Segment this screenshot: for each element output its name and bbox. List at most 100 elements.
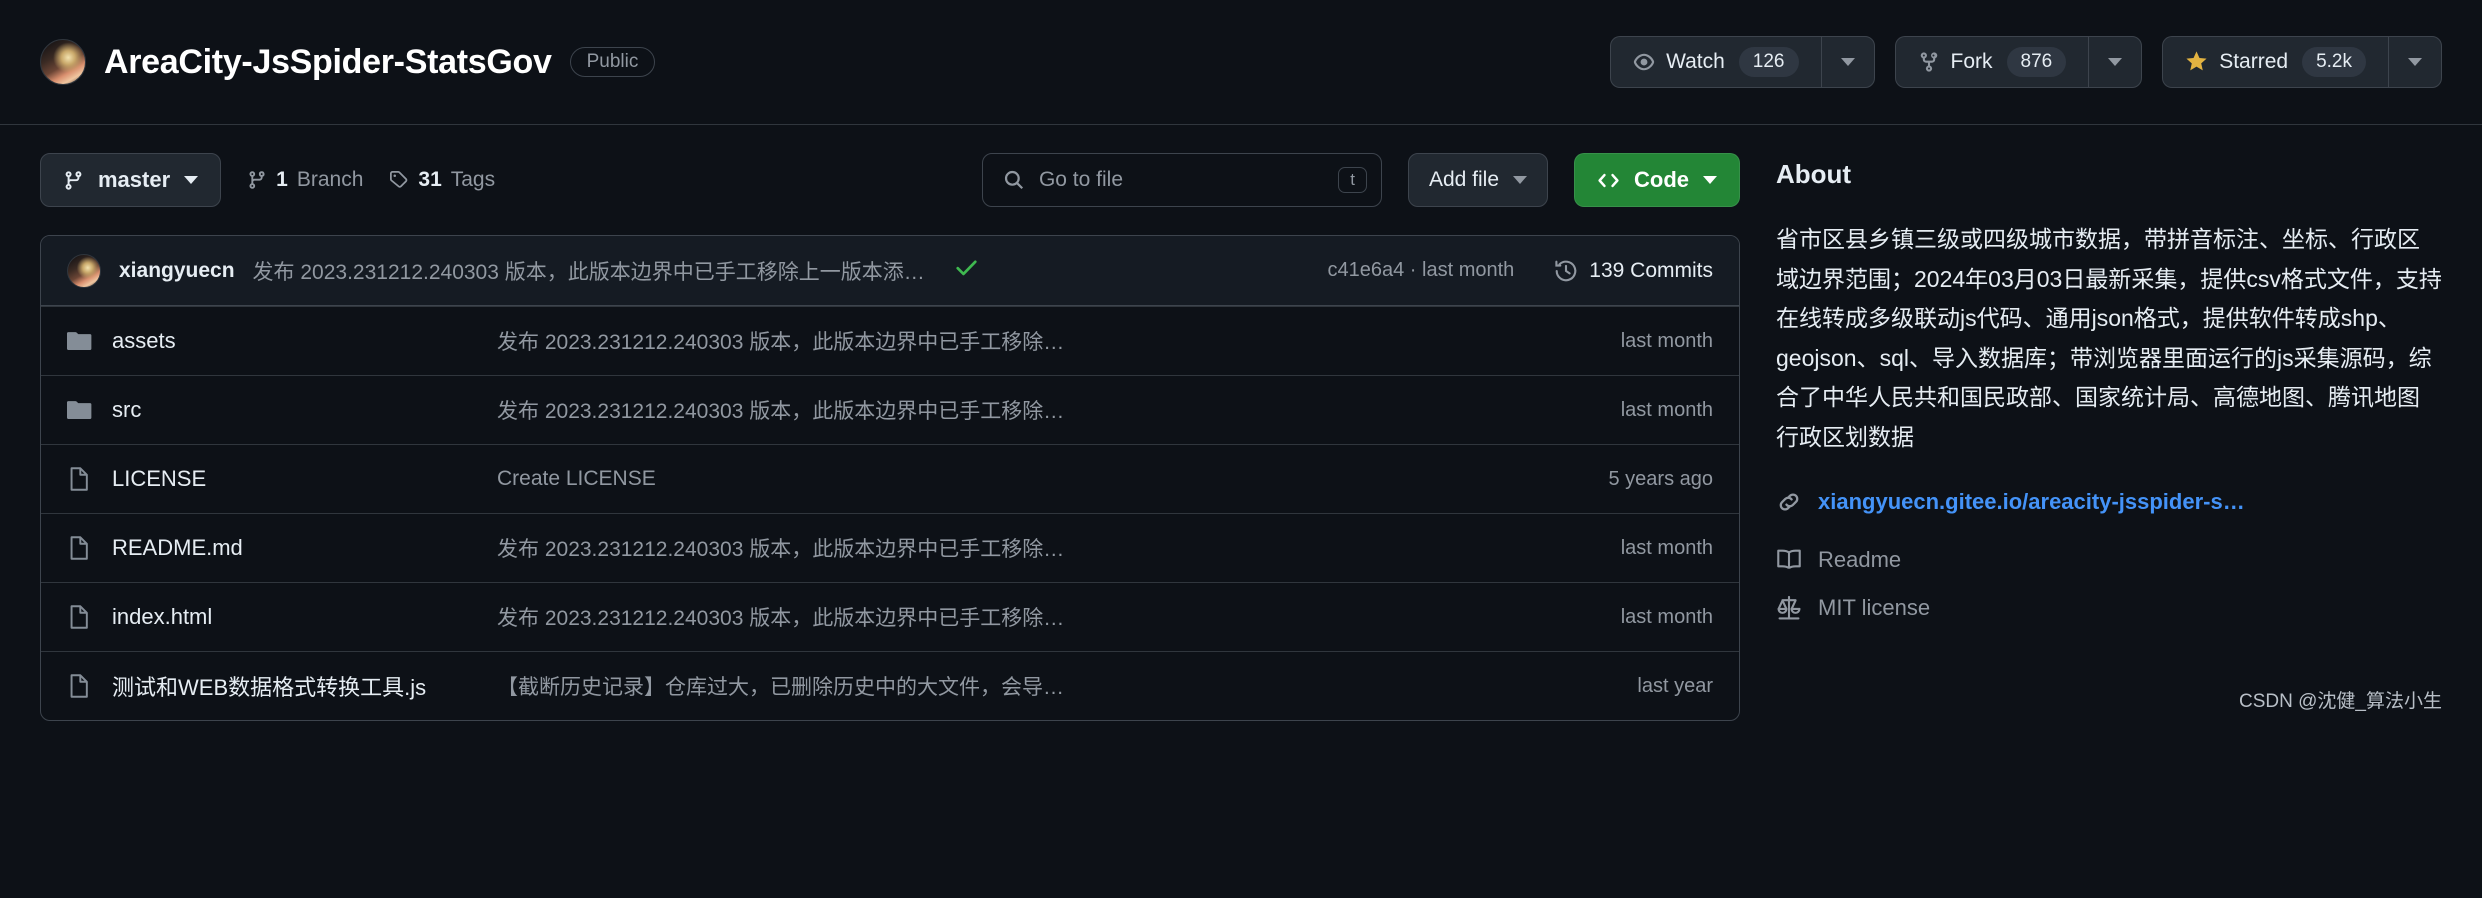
branch-icon [247,170,267,190]
branches-link[interactable]: 1 Branch [247,168,363,192]
branch-name: master [98,167,171,192]
file-table: xiangyuecn 发布 2023.231212.240303 版本，此版本边… [40,235,1740,721]
table-row[interactable]: index.html 发布 2023.231212.240303 版本，此版本边… [41,582,1739,651]
file-name-cell: index.html [67,604,497,630]
star-icon [2185,50,2208,74]
repo-title-group: AreaCity-JsSpider-StatsGov Public [40,39,656,85]
file-name-cell: src [67,397,497,423]
star-button-group: Starred 5.2k [2162,36,2442,88]
search-shortcut-key: t [1338,167,1367,193]
commit-message[interactable]: 发布 2023.231212.240303 版本，此版本边界中已手工移除上一版本… [253,256,925,286]
table-row[interactable]: assets 发布 2023.231212.240303 版本，此版本边界中已手… [41,306,1739,375]
star-dropdown-button[interactable] [2388,36,2442,88]
check-icon[interactable] [953,254,980,288]
file-icon [67,466,93,492]
license-link[interactable]: MIT license [1776,595,2442,621]
repo-actions: Watch 126 Fork 876 Starred 5.2k [1610,36,2442,88]
file-name-cell: 测试和WEB数据格式转换工具.js [67,670,497,702]
chevron-down-icon [2408,58,2422,66]
fork-count: 876 [2006,46,2067,78]
add-file-button[interactable]: Add file [1407,153,1548,207]
row-commit-time: last month [1620,398,1713,421]
fork-dropdown-button[interactable] [2088,36,2143,88]
latest-commit-header: xiangyuecn 发布 2023.231212.240303 版本，此版本边… [41,236,1739,306]
add-file-label: Add file [1428,168,1499,191]
tags-label: Tags [450,168,496,191]
file-toolbar: master 1 Branch 31 Tags Go to file t Add… [40,125,1740,235]
file-name[interactable]: README.md [112,535,243,561]
file-icon [67,535,93,561]
watch-dropdown-button[interactable] [1820,36,1875,88]
commit-time: last month [1422,259,1515,281]
file-name[interactable]: assets [112,328,176,354]
table-row[interactable]: LICENSE Create LICENSE 5 years ago [41,444,1739,513]
row-commit-time: last year [1637,674,1713,697]
row-commit-message[interactable]: 发布 2023.231212.240303 版本，此版本边界中已手工移除… [497,602,1533,632]
watermark: CSDN @沈健_算法小生 [2239,691,2442,712]
history-icon [1554,259,1578,283]
search-input[interactable]: Go to file t [981,153,1382,207]
branches-count: 1 [276,168,288,191]
main-content: master 1 Branch 31 Tags Go to file t Add… [0,125,2482,721]
eye-icon [1633,51,1655,73]
row-commit-time: 5 years ago [1608,467,1713,490]
about-description: 省市区县乡镇三级或四级城市数据，带拼音标注、坐标、行政区域边界范围；2024年0… [1776,226,2442,450]
fork-button[interactable]: Fork 876 [1894,36,2089,88]
commit-author[interactable]: xiangyuecn [119,259,235,283]
fork-button-group: Fork 876 [1894,36,2143,88]
file-icon [67,604,93,630]
tag-icon [389,170,409,190]
commit-sha-separator: · [1409,259,1417,281]
file-browser-column: master 1 Branch 31 Tags Go to file t Add… [40,125,1740,721]
file-name[interactable]: index.html [112,604,212,630]
row-commit-time: last month [1620,605,1713,628]
owner-avatar[interactable] [40,39,86,85]
file-icon [67,673,93,699]
starred-label: Starred [2219,50,2289,73]
page-title[interactable]: AreaCity-JsSpider-StatsGov [104,43,552,82]
law-icon [1776,595,1802,621]
about-sidebar: About 省市区县乡镇三级或四级城市数据，带拼音标注、坐标、行政区域边界范围；… [1776,125,2442,721]
tags-link[interactable]: 31 Tags [389,168,495,192]
fork-icon [1918,51,1940,73]
watch-count: 126 [1738,46,1799,78]
readme-label: Readme [1818,547,1902,573]
folder-icon [67,397,93,423]
file-name[interactable]: LICENSE [112,466,206,492]
table-row[interactable]: src 发布 2023.231212.240303 版本，此版本边界中已手工移除… [41,375,1739,444]
star-count: 5.2k [2302,46,2366,78]
row-commit-message[interactable]: Create LICENSE [497,467,1533,491]
file-name-cell: LICENSE [67,466,497,492]
branch-selector[interactable]: master [40,153,222,207]
table-row[interactable]: 测试和WEB数据格式转换工具.js 【截断历史记录】仓库过大，已删除历史中的大文… [41,651,1739,720]
search-placeholder: Go to file [1038,168,1123,191]
repo-header: AreaCity-JsSpider-StatsGov Public Watch … [0,0,2482,125]
visibility-badge: Public [569,47,656,77]
row-commit-message[interactable]: 发布 2023.231212.240303 版本，此版本边界中已手工移除… [497,533,1533,563]
license-label: MIT license [1818,595,1931,621]
file-name[interactable]: src [112,397,141,423]
chevron-down-icon [2108,58,2123,66]
code-button[interactable]: Code [1574,153,1740,207]
fork-label: Fork [1950,50,1993,73]
row-commit-message[interactable]: 发布 2023.231212.240303 版本，此版本边界中已手工移除… [497,326,1533,356]
code-icon [1597,169,1620,192]
chevron-down-icon [1513,176,1527,184]
file-name[interactable]: 测试和WEB数据格式转换工具.js [112,670,426,702]
about-website-link[interactable]: xiangyuecn.gitee.io/areacity-jsspider-s… [1818,489,2245,515]
chevron-down-icon [1703,176,1717,184]
row-commit-message[interactable]: 发布 2023.231212.240303 版本，此版本边界中已手工移除… [497,395,1533,425]
about-website-row[interactable]: xiangyuecn.gitee.io/areacity-jsspider-s… [1776,489,2442,515]
starred-button[interactable]: Starred 5.2k [2162,36,2388,88]
watch-button[interactable]: Watch 126 [1610,36,1821,88]
tags-count: 31 [418,168,442,191]
link-icon [1776,489,1802,515]
table-row[interactable]: README.md 发布 2023.231212.240303 版本，此版本边界… [41,513,1739,582]
commit-sha[interactable]: c41e6a4 · last month [1327,259,1514,282]
row-commit-message[interactable]: 【截断历史记录】仓库过大，已删除历史中的大文件，会导… [497,671,1533,701]
readme-link[interactable]: Readme [1776,547,2442,573]
avatar[interactable] [67,253,101,288]
commit-sha-value: c41e6a4 [1327,259,1405,281]
file-name-cell: README.md [67,535,497,561]
commits-count-link[interactable]: 139 Commits [1554,259,1713,283]
